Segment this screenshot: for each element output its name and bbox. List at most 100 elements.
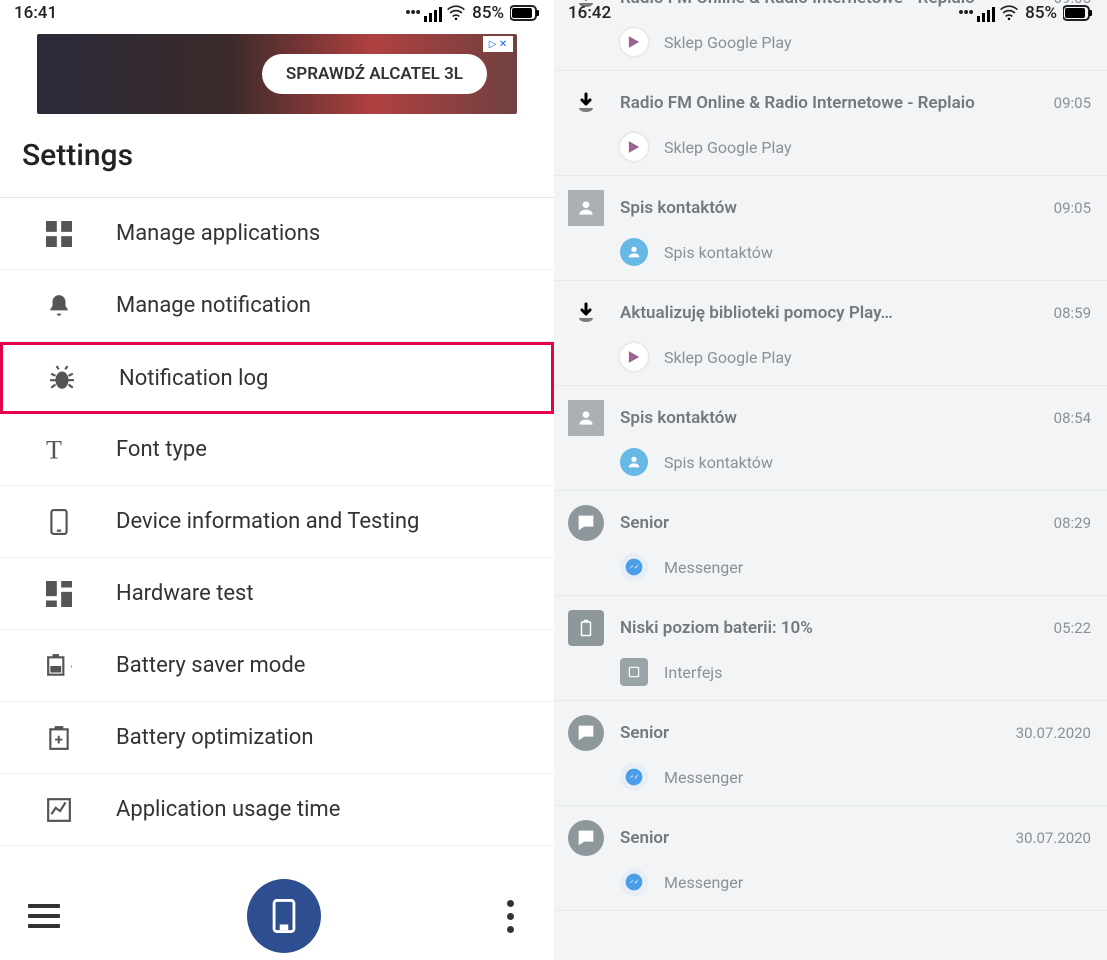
phone-icon: [44, 507, 74, 537]
log-avatar-icon: [568, 820, 604, 856]
settings-row-device-info[interactable]: Device information and Testing: [0, 486, 554, 558]
ad-cta-button[interactable]: SPRAWDŹ ALCATEL 3L: [262, 54, 487, 94]
log-title: Spis kontaktów: [620, 408, 1038, 428]
log-time: 05:22: [1054, 619, 1091, 637]
battery-icon: [1063, 4, 1093, 22]
log-title: Aktualizuję biblioteki pomocy Play…: [620, 303, 1038, 323]
settings-row-batt-opt[interactable]: Battery optimization: [0, 702, 554, 774]
log-item[interactable]: Senior 08:29 Messenger: [554, 491, 1107, 596]
log-time: 30.07.2020: [1016, 829, 1091, 847]
settings-row-hw-test[interactable]: Hardware test: [0, 558, 554, 630]
log-item[interactable]: Spis kontaktów 08:54 Spis kontaktów: [554, 386, 1107, 491]
grid2-icon: [44, 579, 74, 609]
log-title: Senior: [620, 828, 1000, 848]
log-time: 09:05: [1054, 94, 1091, 112]
status-bar: 16:41 ••• 85%: [0, 0, 554, 26]
settings-row-label: Battery optimization: [116, 725, 313, 750]
settings-row-label: Manage notification: [116, 293, 311, 318]
log-time: 09:05: [1054, 199, 1091, 217]
log-title: Spis kontaktów: [620, 198, 1038, 218]
clock: 16:42: [568, 3, 611, 23]
log-app-name: Sklep Google Play: [664, 138, 792, 157]
log-app-icon: [620, 448, 648, 476]
adchoices-icon[interactable]: ▷ ✕: [483, 36, 513, 52]
log-item[interactable]: Spis kontaktów 09:05 Spis kontaktów: [554, 176, 1107, 281]
log-app-icon: [620, 553, 648, 581]
settings-row-app-usage[interactable]: Application usage time: [0, 774, 554, 846]
log-app-name: Sklep Google Play: [664, 33, 792, 52]
settings-list: Manage applications Manage notification No…: [0, 197, 554, 872]
bug-icon: [47, 363, 77, 393]
network-dots-icon: •••: [405, 3, 420, 23]
log-avatar-icon: [568, 190, 604, 226]
settings-row-font-type[interactable]: Font type: [0, 414, 554, 486]
log-app-name: Messenger: [664, 558, 743, 577]
clock: 16:41: [14, 3, 57, 23]
fab-button[interactable]: [247, 879, 321, 953]
notification-log-list[interactable]: Radio FM Online & Radio Internetowe - Re…: [554, 0, 1107, 960]
settings-screen: 16:41 ••• 85% SPRAWDŹ ALCATEL 3L ▷ ✕ Set…: [0, 0, 554, 960]
log-avatar-icon: [568, 610, 604, 646]
log-app-icon: [620, 343, 648, 371]
settings-row-manage-apps[interactable]: Manage applications: [0, 198, 554, 270]
notification-log-screen: 16:42 ••• 85% Radio FM Online & Radio In…: [554, 0, 1107, 960]
settings-row-label: Manage applications: [116, 221, 320, 246]
log-title: Senior: [620, 723, 1000, 743]
log-item[interactable]: Senior 30.07.2020 Messenger: [554, 701, 1107, 806]
log-app-icon: [620, 28, 648, 56]
log-app-name: Messenger: [664, 768, 743, 787]
log-time: 08:54: [1054, 409, 1091, 427]
settings-row-label: Notification log: [119, 366, 268, 391]
signal-icon: [424, 4, 442, 22]
log-time: 08:59: [1054, 304, 1091, 322]
menu-button[interactable]: [28, 904, 60, 928]
grid-icon: [44, 219, 74, 249]
battery-pct: 85%: [1025, 3, 1057, 23]
settings-row-label: Hardware test: [116, 581, 254, 606]
log-item[interactable]: Radio FM Online & Radio Internetowe - Re…: [554, 71, 1107, 176]
log-item[interactable]: Niski poziom baterii: 10% 05:22 Interfejs: [554, 596, 1107, 701]
log-app-name: Interfejs: [664, 663, 722, 682]
bottom-bar: [0, 872, 554, 960]
batt-opt-icon: [44, 723, 74, 753]
log-app-icon: [620, 763, 648, 791]
log-app-icon: [620, 658, 648, 686]
log-avatar-icon: [568, 295, 604, 331]
log-item[interactable]: Senior 30.07.2020 Messenger: [554, 806, 1107, 911]
bell-icon: [44, 291, 74, 321]
log-app-name: Sklep Google Play: [664, 348, 792, 367]
chart-icon: [44, 795, 74, 825]
settings-row-label: Font type: [116, 437, 207, 462]
log-title: Radio FM Online & Radio Internetowe - Re…: [620, 93, 1038, 113]
batt-plus-icon: [44, 651, 74, 681]
settings-row-batt-saver[interactable]: Battery saver mode: [0, 630, 554, 702]
ad-banner[interactable]: SPRAWDŹ ALCATEL 3L ▷ ✕: [37, 34, 517, 114]
signal-icon: [977, 4, 995, 22]
settings-row-label: Application usage time: [116, 797, 340, 822]
log-time: 30.07.2020: [1016, 724, 1091, 742]
battery-pct: 85%: [472, 3, 504, 23]
settings-row-manage-notif[interactable]: Manage notification: [0, 270, 554, 342]
log-app-icon: [620, 133, 648, 161]
log-time: 08:29: [1054, 514, 1091, 532]
network-dots-icon: •••: [958, 3, 973, 23]
log-title: Senior: [620, 513, 1038, 533]
log-avatar-icon: [568, 505, 604, 541]
log-app-name: Spis kontaktów: [664, 453, 773, 472]
wifi-icon: [999, 3, 1019, 23]
log-app-name: Messenger: [664, 873, 743, 892]
log-avatar-icon: [568, 85, 604, 121]
log-title: Niski poziom baterii: 10%: [620, 618, 1038, 638]
log-app-icon: [620, 238, 648, 266]
log-avatar-icon: [568, 715, 604, 751]
wifi-icon: [446, 3, 466, 23]
battery-icon: [510, 4, 540, 22]
log-item[interactable]: Aktualizuję biblioteki pomocy Play… 08:59…: [554, 281, 1107, 386]
log-app-name: Spis kontaktów: [664, 243, 773, 262]
overflow-button[interactable]: [507, 900, 514, 933]
page-title: Settings: [0, 128, 554, 197]
settings-row-notif-log[interactable]: Notification log: [0, 342, 554, 414]
log-app-icon: [620, 868, 648, 896]
status-bar: 16:42 ••• 85%: [554, 0, 1107, 26]
settings-row-label: Battery saver mode: [116, 653, 305, 678]
